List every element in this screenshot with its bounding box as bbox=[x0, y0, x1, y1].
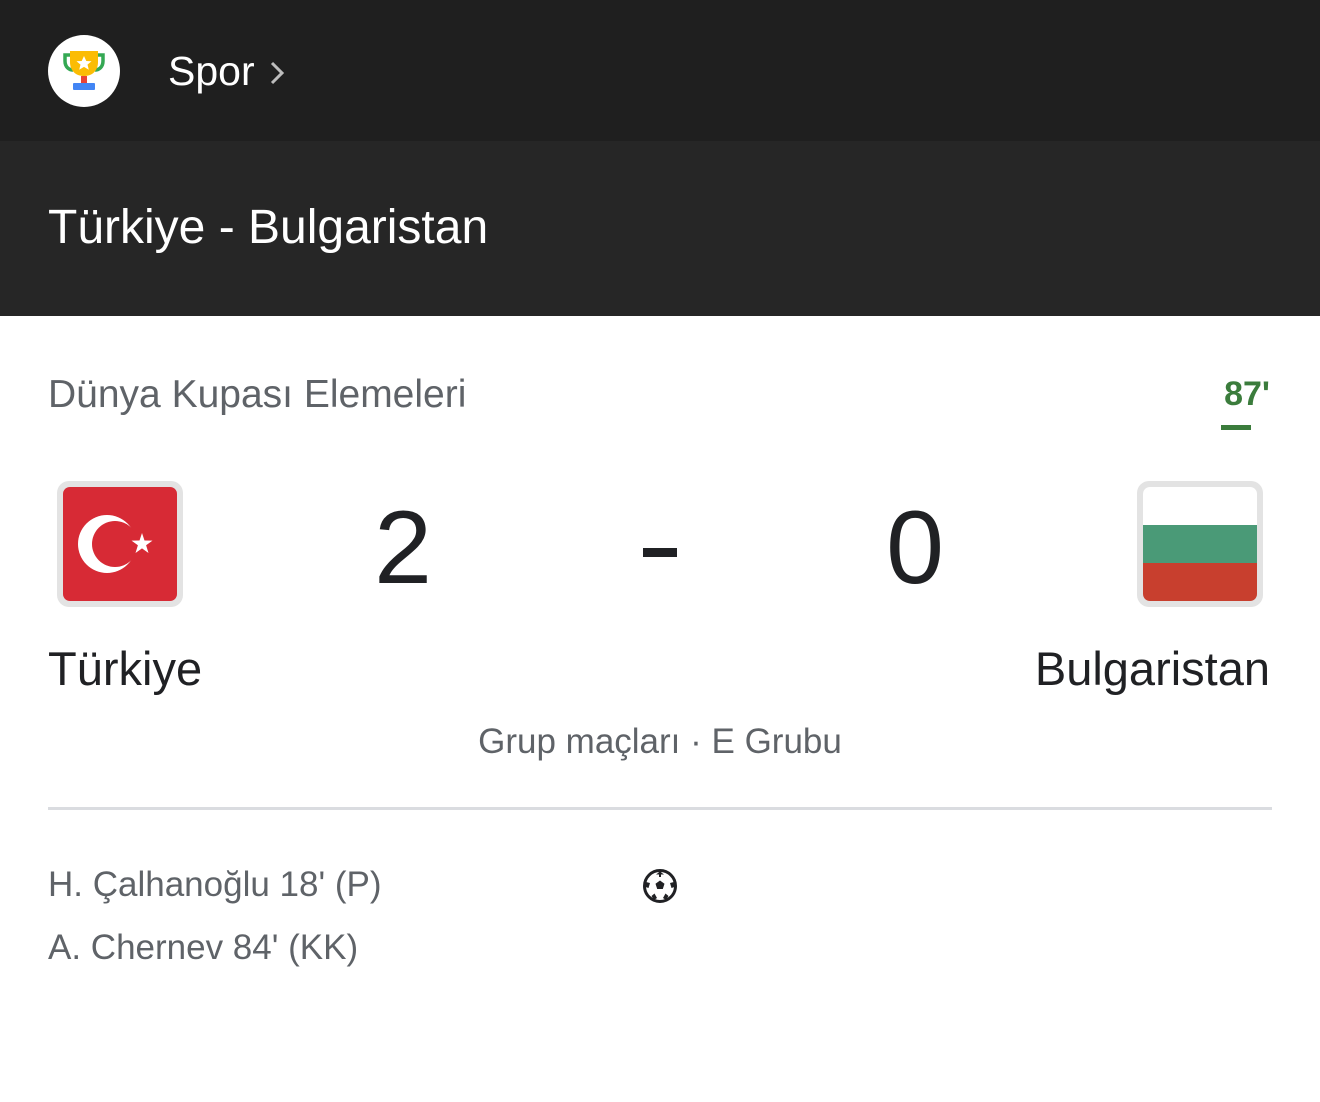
chevron-right-icon bbox=[270, 61, 284, 85]
title-bar: Türkiye - Bulgaristan bbox=[0, 141, 1320, 316]
away-team-name[interactable]: Bulgaristan bbox=[1035, 638, 1270, 700]
goal-event-item: A. Chernev 84' (KK) bbox=[48, 928, 359, 967]
home-team-name[interactable]: Türkiye bbox=[48, 638, 202, 700]
divider bbox=[48, 807, 1272, 810]
turkey-flag-icon[interactable] bbox=[57, 481, 183, 607]
goal-event-item: H. Çalhanoğlu 18' (P) bbox=[48, 865, 382, 904]
breadcrumb-sport-link[interactable]: Spor bbox=[168, 44, 285, 98]
match-stage-label: Grup maçları · E Grubu bbox=[478, 722, 842, 761]
home-score: 2 bbox=[374, 490, 432, 606]
trophy-icon[interactable] bbox=[48, 35, 120, 107]
away-score: 0 bbox=[886, 490, 944, 606]
top-bar: Spor bbox=[0, 0, 1320, 141]
soccer-ball-icon bbox=[643, 869, 677, 903]
competition-label: Dünya Kupası Elemeleri bbox=[48, 373, 467, 416]
live-minute-badge: 87' bbox=[1224, 375, 1270, 413]
breadcrumb-label: Spor bbox=[168, 47, 255, 94]
page-title: Türkiye - Bulgaristan bbox=[48, 201, 489, 254]
score-separator bbox=[643, 548, 677, 557]
bulgaria-flag-icon[interactable] bbox=[1137, 481, 1263, 607]
live-indicator-underline bbox=[1221, 425, 1251, 430]
